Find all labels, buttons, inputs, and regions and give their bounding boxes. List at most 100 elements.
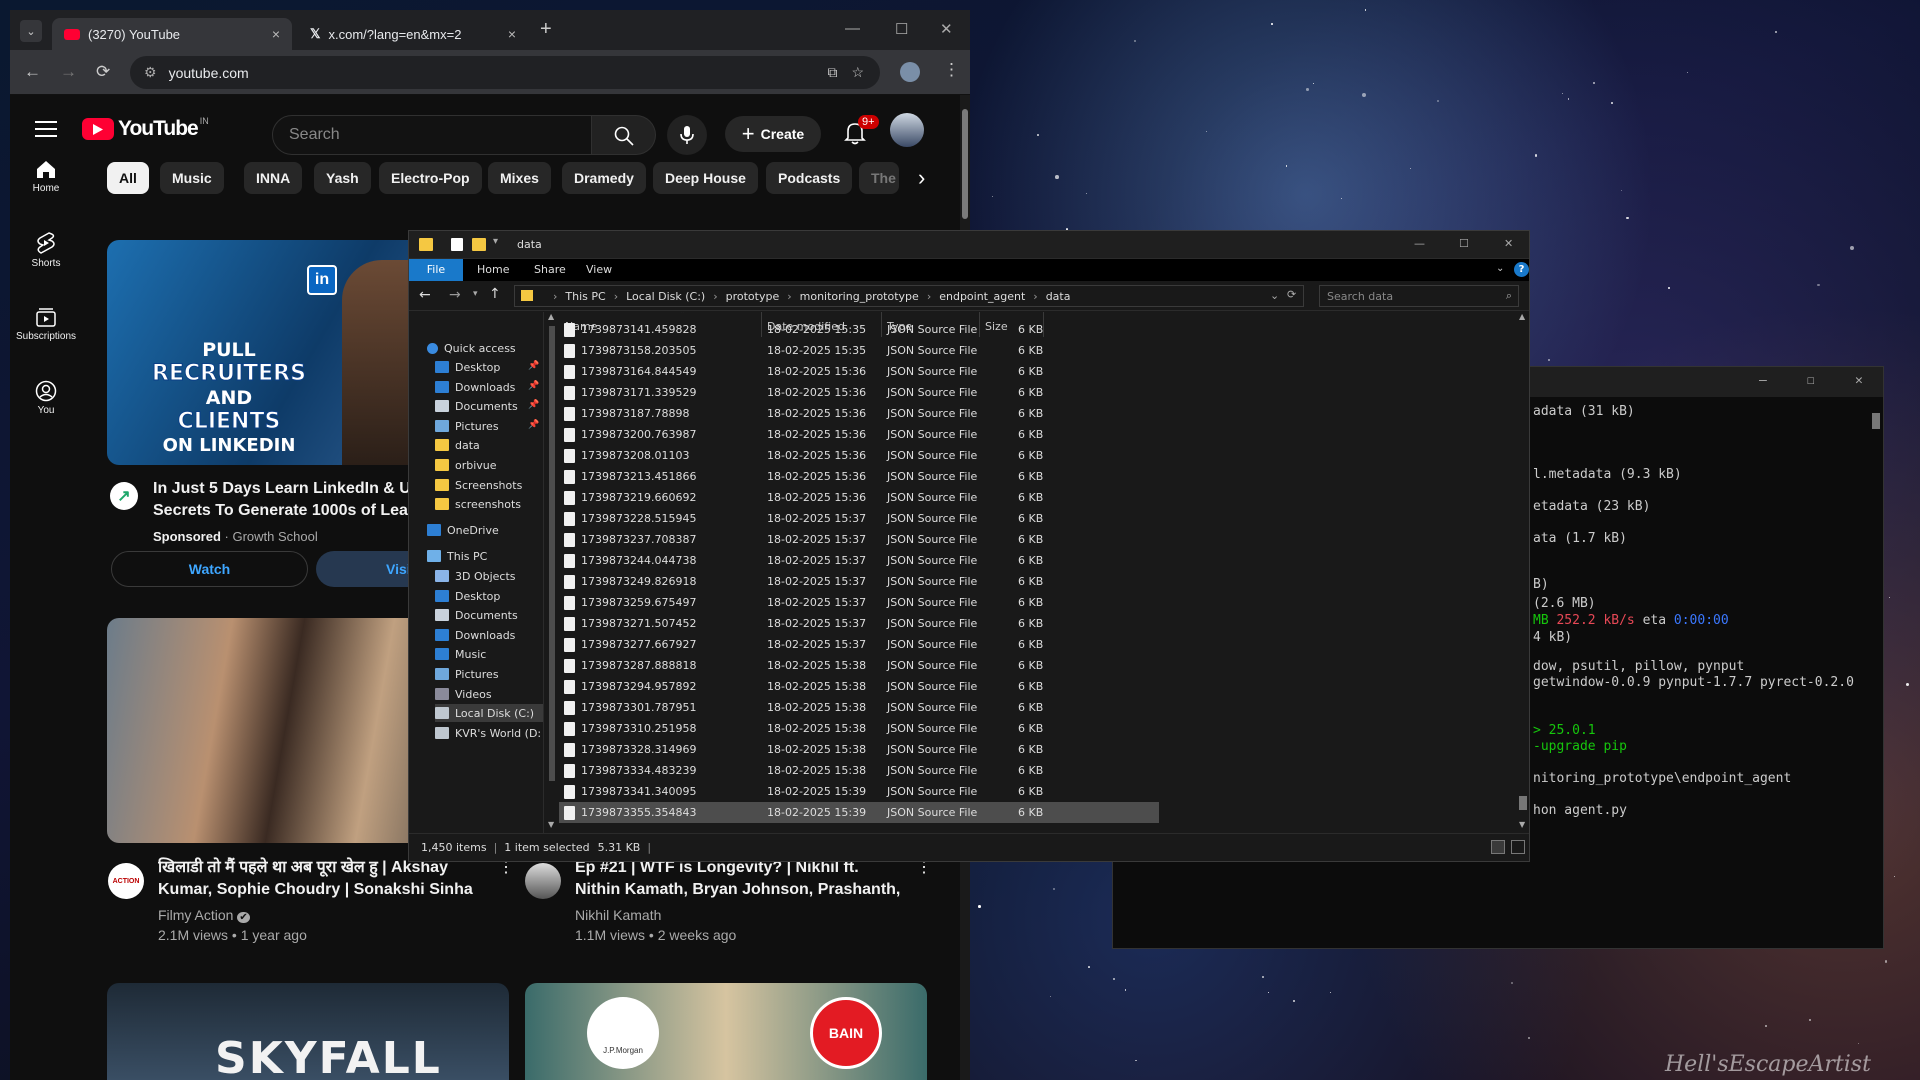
maximize-button[interactable]: ☐ bbox=[895, 20, 908, 38]
file-row[interactable]: 1739873301.787951 18-02-2025 15:38 JSON So… bbox=[559, 697, 1159, 718]
video-thumbnail[interactable]: SKYFALL bbox=[107, 983, 509, 1080]
tab-search-icon[interactable]: ⌄ bbox=[20, 20, 42, 42]
file-row[interactable]: 1739873244.044738 18-02-2025 15:37 JSON So… bbox=[559, 550, 1159, 571]
terminal-scrollbar[interactable] bbox=[1870, 413, 1882, 923]
maximize-button[interactable]: ☐ bbox=[1807, 373, 1815, 388]
explorer-search-input[interactable]: Search data ⌕ bbox=[1319, 285, 1519, 307]
create-button[interactable]: + Create bbox=[725, 116, 821, 152]
sidebar-item-home[interactable]: Home bbox=[10, 155, 82, 194]
file-row[interactable]: 1739873277.667927 18-02-2025 15:37 JSON So… bbox=[559, 634, 1159, 655]
close-button[interactable]: ✕ bbox=[1504, 237, 1513, 250]
channel-avatar[interactable] bbox=[525, 863, 561, 899]
quick-access-toolbar-chevron-icon[interactable]: ▾ bbox=[493, 236, 498, 247]
nav-item-local-disk-c[interactable]: Local Disk (C:) bbox=[435, 704, 543, 722]
minimize-button[interactable]: — bbox=[1414, 237, 1425, 250]
nav-item-quick-access[interactable]: Quick access bbox=[427, 339, 516, 357]
account-avatar[interactable] bbox=[890, 113, 924, 147]
ribbon-tab-file[interactable]: File bbox=[409, 259, 463, 281]
breadcrumb-monitoring-prototype[interactable]: monitoring_prototype bbox=[800, 290, 919, 303]
nav-item-music[interactable]: Music bbox=[435, 645, 486, 663]
forward-icon[interactable]: → bbox=[449, 287, 461, 303]
sponsored-thumbnail[interactable]: PULL RECRUITERS AND CLIENTS ON LINKEDIN … bbox=[107, 240, 427, 465]
nav-item-downloads[interactable]: Downloads bbox=[435, 626, 515, 644]
chip-music[interactable]: Music bbox=[160, 162, 224, 194]
nav-item-orbivue[interactable]: orbivue bbox=[435, 456, 497, 474]
file-row[interactable]: 1739873310.251958 18-02-2025 15:38 JSON So… bbox=[559, 718, 1159, 739]
chip-the[interactable]: The bbox=[859, 162, 899, 194]
large-icons-view-icon[interactable] bbox=[1511, 840, 1525, 854]
close-button[interactable]: ✕ bbox=[1855, 373, 1863, 388]
tab-x[interactable]: 𝕏 x.com/?lang=en&mx=2 × bbox=[298, 18, 528, 50]
file-row[interactable]: 1739873355.354843 18-02-2025 15:39 JSON So… bbox=[559, 802, 1159, 823]
chip-dramedy[interactable]: Dramedy bbox=[562, 162, 646, 194]
file-row[interactable]: 1739873219.660692 18-02-2025 15:36 JSON So… bbox=[559, 487, 1159, 508]
chip-electro-pop[interactable]: Electro-Pop bbox=[379, 162, 482, 194]
tab-close-icon[interactable]: × bbox=[272, 26, 280, 42]
maximize-button[interactable]: ☐ bbox=[1459, 237, 1469, 250]
file-row[interactable]: 1739873187.78898 18-02-2025 15:36 JSON Sou… bbox=[559, 403, 1159, 424]
chrome-menu-icon[interactable]: ⋮ bbox=[943, 60, 960, 80]
notifications-button[interactable]: 9+ bbox=[844, 115, 879, 145]
nav-item-3d-objects[interactable]: 3D Objects bbox=[435, 567, 516, 585]
file-row[interactable]: 1739873328.314969 18-02-2025 15:38 JSON So… bbox=[559, 739, 1159, 760]
nav-item-desktop[interactable]: Desktop bbox=[435, 358, 500, 376]
watch-button[interactable]: Watch bbox=[111, 551, 308, 587]
help-icon[interactable]: ? bbox=[1514, 262, 1529, 277]
video-thumbnail[interactable] bbox=[107, 618, 427, 843]
scroll-down-icon[interactable]: ▼ bbox=[1519, 820, 1525, 829]
navpane-scrollbar[interactable]: ▲ ▼ bbox=[547, 312, 557, 833]
file-row[interactable]: 1739873237.708387 18-02-2025 15:37 JSON So… bbox=[559, 529, 1159, 550]
file-row[interactable]: 1739873164.844549 18-02-2025 15:36 JSON So… bbox=[559, 361, 1159, 382]
profile-avatar-icon[interactable] bbox=[900, 62, 920, 82]
sponsored-title[interactable]: In Just 5 Days Learn LinkedIn & Unc Secr… bbox=[153, 478, 423, 522]
breadcrumb-data[interactable]: data bbox=[1046, 290, 1071, 303]
video-channel[interactable]: Nikhil Kamath bbox=[575, 905, 661, 925]
nav-item-videos[interactable]: Videos bbox=[435, 685, 492, 703]
expand-ribbon-icon[interactable]: ⌄ bbox=[1496, 263, 1504, 274]
file-row[interactable]: 1739873259.675497 18-02-2025 15:37 JSON So… bbox=[559, 592, 1159, 613]
file-list-scrollbar[interactable]: ▲ ▼ bbox=[1517, 312, 1529, 833]
nav-item-kvr-s-world-d[interactable]: KVR's World (D: bbox=[435, 724, 541, 742]
nav-item-this-pc[interactable]: This PC bbox=[427, 547, 487, 565]
scrollbar-thumb[interactable] bbox=[962, 109, 968, 219]
file-row[interactable]: 1739873287.888818 18-02-2025 15:38 JSON So… bbox=[559, 655, 1159, 676]
breadcrumb-local-disk[interactable]: Local Disk (C:) bbox=[626, 290, 705, 303]
chip-inna[interactable]: INNA bbox=[244, 162, 303, 194]
breadcrumb-prototype[interactable]: prototype bbox=[726, 290, 780, 303]
scroll-up-icon[interactable]: ▲ bbox=[1519, 312, 1525, 321]
scrollbar-thumb[interactable] bbox=[1872, 413, 1880, 429]
ribbon-tab-share[interactable]: Share bbox=[524, 259, 576, 281]
sidebar-item-shorts[interactable]: Shorts bbox=[10, 229, 82, 269]
file-row[interactable]: 1739873158.203505 18-02-2025 15:35 JSON So… bbox=[559, 340, 1159, 361]
chip-podcasts[interactable]: Podcasts bbox=[766, 162, 853, 194]
file-row[interactable]: 1739873208.01103 18-02-2025 15:36 JSON Sou… bbox=[559, 445, 1159, 466]
sidebar-item-subscriptions[interactable]: Subscriptions bbox=[10, 303, 82, 342]
bookmark-star-icon[interactable]: ☆ bbox=[851, 64, 864, 81]
file-row[interactable]: 1739873294.957892 18-02-2025 15:38 JSON So… bbox=[559, 676, 1159, 697]
back-icon[interactable]: ← bbox=[419, 287, 431, 303]
nav-item-downloads[interactable]: Downloads bbox=[435, 378, 515, 396]
chip-yash[interactable]: Yash bbox=[314, 162, 371, 194]
new-folder-icon[interactable] bbox=[472, 238, 486, 251]
new-tab-button[interactable]: + bbox=[540, 18, 552, 41]
video-title[interactable]: खिलाडी तो मैं पहले था अब पूरा खेल हु | A… bbox=[158, 857, 488, 901]
scrollbar-thumb[interactable] bbox=[549, 326, 555, 781]
tab-youtube[interactable]: (3270) YouTube × bbox=[52, 18, 292, 50]
properties-icon[interactable] bbox=[451, 238, 463, 251]
video-thumbnail[interactable]: J.P.Morgan BAIN bbox=[525, 983, 927, 1080]
nav-item-data[interactable]: data bbox=[435, 436, 480, 454]
recent-locations-icon[interactable]: ▾ bbox=[473, 289, 478, 299]
video-title[interactable]: Ep #21 | WTF is Longevity? | Nikhil ft. … bbox=[575, 857, 905, 901]
hamburger-menu-icon[interactable] bbox=[35, 121, 57, 137]
file-row[interactable]: 1739873200.763987 18-02-2025 15:36 JSON So… bbox=[559, 424, 1159, 445]
nav-item-pictures[interactable]: Pictures bbox=[435, 417, 499, 435]
nav-item-desktop[interactable]: Desktop bbox=[435, 587, 500, 605]
nav-item-screenshots[interactable]: Screenshots bbox=[435, 476, 522, 494]
file-row[interactable]: 1739873141.459828 18-02-2025 15:35 JSON So… bbox=[559, 319, 1159, 340]
channel-avatar[interactable]: ACTION bbox=[108, 863, 144, 899]
search-input[interactable]: Search bbox=[272, 115, 592, 155]
site-info-icon[interactable]: ⚙ bbox=[144, 64, 157, 81]
breadcrumb-this-pc[interactable]: This PC bbox=[565, 290, 605, 303]
url-bar[interactable]: ⚙ youtube.com ⧉ ☆ bbox=[130, 56, 880, 89]
minimize-button[interactable]: — bbox=[1759, 373, 1767, 388]
